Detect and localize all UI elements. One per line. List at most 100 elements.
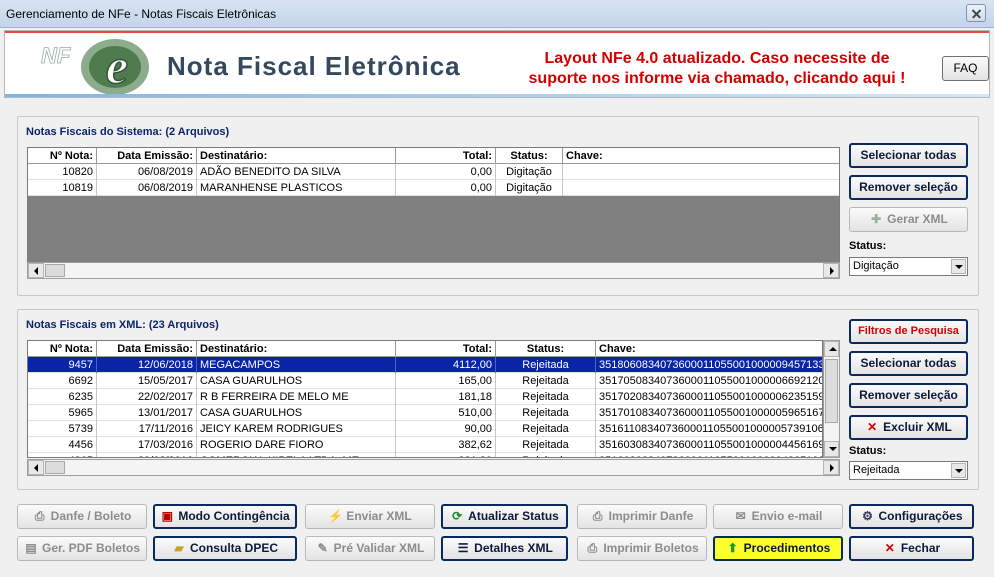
scroll-right-arrow-icon[interactable] — [823, 460, 839, 475]
select-all-xml-button[interactable]: Selecionar todas — [849, 351, 968, 376]
vertical-scrollbar[interactable] — [823, 340, 840, 458]
cell-data: 17/11/2016 — [97, 421, 197, 437]
remove-selection-xml-button[interactable]: Remover seleção — [849, 383, 968, 408]
search-filters-button[interactable]: Filtros de Pesquisa — [849, 319, 968, 344]
xml-status-select[interactable]: Rejeitada — [849, 461, 968, 480]
cell-total: 181,18 — [396, 389, 496, 405]
faq-button[interactable]: FAQ — [942, 56, 989, 81]
window-title: Gerenciamento de NFe - Notas Fiscais Ele… — [6, 7, 277, 21]
cell-numero: 5965 — [28, 405, 97, 421]
cell-total: 510,00 — [396, 405, 496, 421]
empty-grid-area — [28, 196, 839, 262]
xml-details-button[interactable]: ☰ Detalhes XML — [441, 536, 568, 561]
chevron-down-icon[interactable] — [951, 463, 966, 478]
close-button[interactable]: ✕ Fechar — [849, 536, 974, 561]
close-window-button[interactable] — [966, 4, 986, 22]
horizontal-scrollbar[interactable] — [27, 262, 840, 279]
system-notes-table[interactable]: Nº Nota: Data Emissão: Destinatário: Tot… — [27, 147, 840, 263]
cell-destinatario: MARANHENSE PLASTICOS — [197, 180, 396, 196]
danfe-boleto-button[interactable]: ⎙ Danfe / Boleto — [17, 504, 147, 529]
scroll-thumb[interactable] — [45, 461, 65, 474]
system-status-select[interactable]: Digitação — [849, 257, 968, 276]
scroll-left-arrow-icon[interactable] — [28, 460, 44, 475]
table-row[interactable]: 10819 06/08/2019 MARANHENSE PLASTICOS 0,… — [28, 180, 839, 196]
col-status[interactable]: Status: — [496, 341, 596, 357]
select-all-system-button[interactable]: Selecionar todas — [849, 143, 968, 168]
lightning-icon: ⚡ — [328, 509, 344, 523]
generate-xml-button[interactable]: ✚ Gerar XML — [849, 207, 968, 232]
col-numero[interactable]: Nº Nota: — [28, 148, 97, 164]
scroll-right-arrow-icon[interactable] — [823, 263, 839, 278]
cell-data: 17/03/2016 — [97, 437, 197, 453]
table-row[interactable]: 436529/02/2016COMERCIAL KIBELA LTDA -ME3… — [28, 453, 822, 457]
consult-dpec-button[interactable]: ▰ Consulta DPEC — [153, 536, 297, 561]
scroll-thumb[interactable] — [825, 359, 838, 423]
contingency-mode-button[interactable]: ▣ Modo Contingência — [153, 504, 297, 529]
send-xml-button[interactable]: ⚡ Enviar XML — [305, 504, 435, 529]
cell-status: Rejeitada — [496, 405, 596, 421]
scroll-up-arrow-icon[interactable] — [824, 341, 839, 357]
cell-total: 381,80 — [396, 453, 496, 457]
refresh-icon: ⟳ — [452, 509, 463, 523]
print-boletos-label: Imprimir Boletos — [603, 541, 699, 555]
delete-xml-button[interactable]: ✕ Excluir XML — [849, 415, 968, 440]
scroll-down-arrow-icon[interactable] — [824, 441, 839, 457]
send-xml-label: Enviar XML — [346, 509, 412, 523]
xml-notes-title: Notas Fiscais em XML: (23 Arquivos) — [26, 319, 219, 331]
cell-numero: 6692 — [28, 373, 97, 389]
table-row[interactable]: 5739 17/11/2016 JEICY KAREM RODRIGUES 90,00… — [28, 421, 822, 437]
col-data[interactable]: Data Emissão: — [97, 148, 197, 164]
generate-xml-label: Gerar XML — [887, 212, 948, 226]
col-destinatario[interactable]: Destinatário: — [197, 148, 396, 164]
cell-destinatario: R B FERREIRA DE MELO ME — [197, 389, 396, 405]
gear-icon: ⚙ — [862, 509, 873, 523]
system-status-label: Status: — [849, 240, 887, 252]
header-banner: e NF Nota Fiscal Eletrônica Layout NFe 4… — [4, 30, 990, 98]
table-row[interactable]: 6235 22/02/2017 R B FERREIRA DE MELO ME 181… — [28, 389, 822, 405]
col-chave[interactable]: Chave: — [563, 148, 839, 164]
print-boletos-button[interactable]: ⎙ Imprimir Boletos — [577, 536, 707, 561]
col-status[interactable]: Status: — [496, 148, 563, 164]
table-row[interactable]: 6692 15/05/2017 CASA GUARULHOS 165,00 Rejeit… — [28, 373, 822, 389]
table-row[interactable]: 4456 17/03/2016 ROGERIO DARE FIORO 382,62 Re… — [28, 437, 822, 453]
col-chave[interactable]: Chave: — [596, 341, 822, 357]
col-data[interactable]: Data Emissão: — [97, 341, 197, 357]
support-notice-link[interactable]: Layout NFe 4.0 atualizado. Caso necessit… — [517, 49, 917, 89]
printer-icon: ⎙ — [587, 541, 598, 555]
cell-numero: 4456 — [28, 437, 97, 453]
update-status-button[interactable]: ⟳ Atualizar Status — [441, 504, 568, 529]
procedures-button[interactable]: ⬆ Procedimentos — [713, 536, 843, 561]
horizontal-scrollbar[interactable] — [27, 459, 840, 476]
cell-status: Rejeitada — [496, 373, 596, 389]
col-total[interactable]: Total: — [396, 341, 496, 357]
pre-validate-xml-label: Pré Validar XML — [333, 541, 425, 555]
col-total[interactable]: Total: — [396, 148, 496, 164]
close-icon: ✕ — [884, 541, 895, 555]
xml-notes-table[interactable]: Nº Nota: Data Emissão: Destinatário: Tot… — [27, 340, 823, 458]
table-row[interactable]: 5965 13/01/2017 CASA GUARULHOS 510,00 Rejeit… — [28, 405, 822, 421]
cell-numero: 4365 — [28, 453, 97, 457]
list-icon: ☰ — [457, 541, 469, 555]
scroll-thumb[interactable] — [45, 264, 65, 277]
cell-data: 22/02/2017 — [97, 389, 197, 405]
table-row[interactable]: 10820 06/08/2019 ADÃO BENEDITO DA SILVA … — [28, 164, 839, 180]
generate-pdf-boletos-button[interactable]: ▤ Ger. PDF Boletos — [17, 536, 147, 561]
nfe-logo-icon: e NF — [41, 37, 149, 95]
chevron-down-icon[interactable] — [951, 259, 966, 274]
remove-selection-system-button[interactable]: Remover seleção — [849, 175, 968, 200]
scroll-left-arrow-icon[interactable] — [28, 263, 44, 278]
generate-pdf-boletos-label: Ger. PDF Boletos — [41, 541, 141, 555]
cell-status: Rejeitada — [496, 357, 596, 373]
col-numero[interactable]: Nº Nota: — [28, 341, 97, 357]
print-danfe-label: Imprimir Danfe — [608, 509, 694, 523]
pre-validate-xml-button[interactable]: ✎ Pré Validar XML — [305, 536, 435, 561]
settings-button[interactable]: ⚙ Configurações — [849, 504, 974, 529]
send-email-button[interactable]: ✉ Envio e-mail — [713, 504, 843, 529]
cell-status: Rejeitada — [496, 389, 596, 405]
table-row[interactable]: 9457 12/06/2018 MEGACAMPOS 4112,00 Rejeitada… — [28, 357, 822, 373]
col-destinatario[interactable]: Destinatário: — [197, 341, 396, 357]
email-icon: ✉ — [735, 509, 746, 523]
print-danfe-button[interactable]: ⎙ Imprimir Danfe — [577, 504, 707, 529]
settings-label: Configurações — [878, 509, 963, 523]
system-status-value: Digitação — [853, 260, 899, 272]
